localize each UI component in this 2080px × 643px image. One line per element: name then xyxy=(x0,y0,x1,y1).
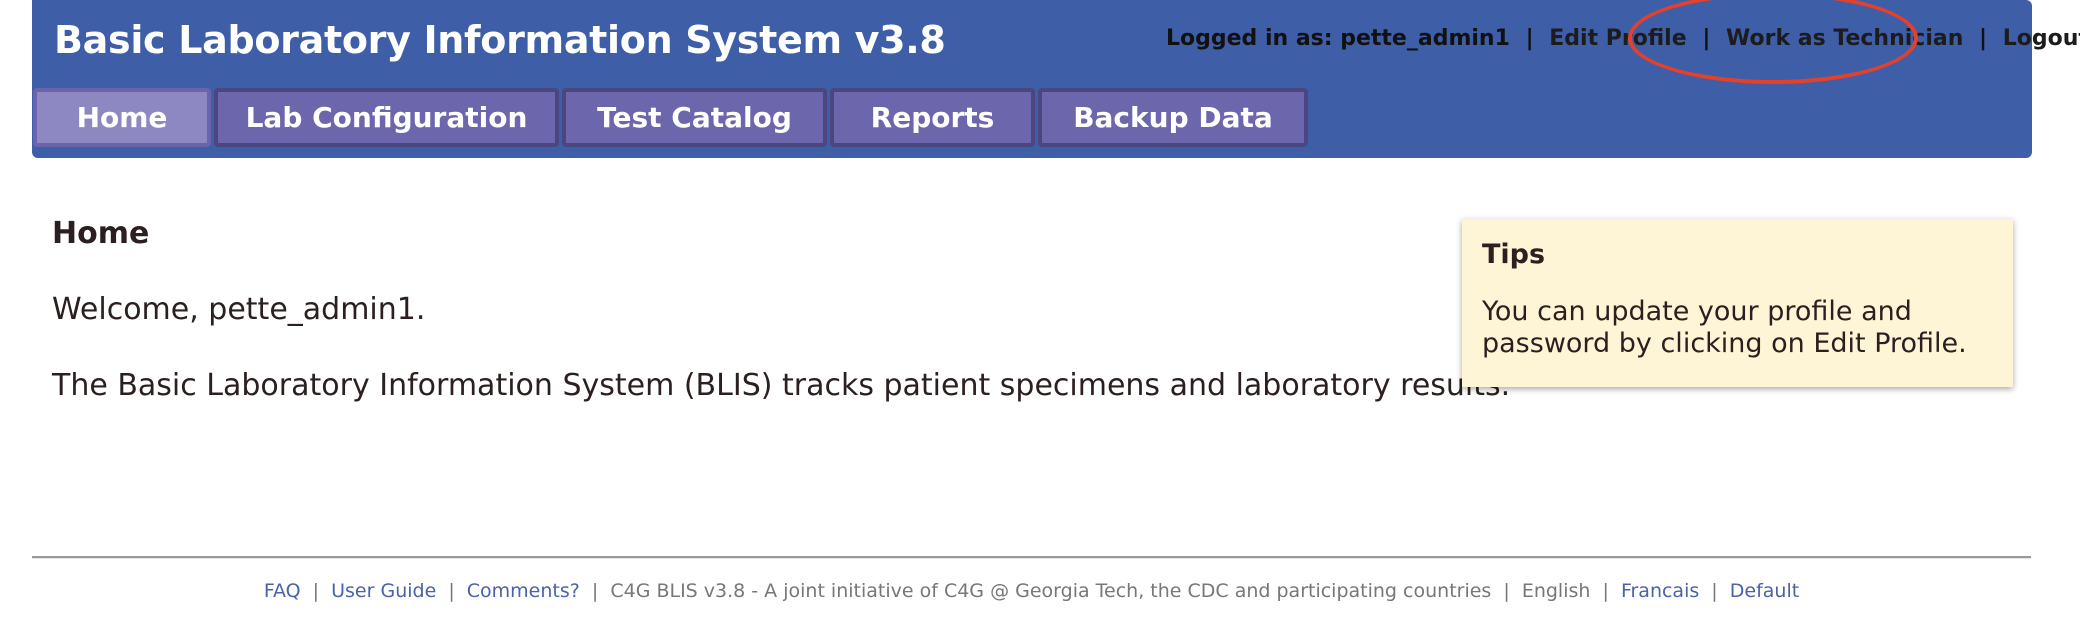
main-nav-tabs: Home Lab Configuration Test Catalog Repo… xyxy=(33,88,1308,147)
tips-box: Tips You can update your profile and pas… xyxy=(1462,219,2013,387)
edit-profile-link[interactable]: Edit Profile xyxy=(1549,26,1686,51)
tips-title: Tips xyxy=(1482,239,1546,270)
tab-reports[interactable]: Reports xyxy=(830,88,1035,147)
separator: | xyxy=(1602,580,1609,602)
language-francais-link[interactable]: Francais xyxy=(1621,580,1699,602)
language-english-current: English xyxy=(1521,580,1591,602)
work-as-technician-link[interactable]: Work as Technician xyxy=(1726,26,1963,51)
separator: | xyxy=(312,580,320,602)
comments-link[interactable]: Comments? xyxy=(467,580,580,602)
logged-in-label: Logged in as: xyxy=(1166,26,1333,51)
faq-link[interactable]: FAQ xyxy=(264,580,301,602)
separator: | xyxy=(1503,580,1510,602)
page-title: Home xyxy=(52,216,150,251)
separator: | xyxy=(1702,26,1711,51)
language-default-link[interactable]: Default xyxy=(1730,580,1799,602)
footer: FAQ | User Guide | Comments? | C4G BLIS … xyxy=(32,580,2031,602)
footer-credit: C4G BLIS v3.8 - A joint initiative of C4… xyxy=(610,580,1492,602)
app-header: Basic Laboratory Information System v3.8… xyxy=(32,0,2080,158)
app-title: Basic Laboratory Information System v3.8 xyxy=(54,18,946,62)
separator: | xyxy=(1979,26,1988,51)
system-description: The Basic Laboratory Information System … xyxy=(52,368,1511,403)
user-guide-link[interactable]: User Guide xyxy=(331,580,436,602)
tab-test-catalog[interactable]: Test Catalog xyxy=(562,88,827,147)
separator: | xyxy=(448,580,455,602)
user-bar: Logged in as: pette_admin1 | Edit Profil… xyxy=(1166,26,2080,51)
tab-lab-configuration[interactable]: Lab Configuration xyxy=(214,88,559,147)
welcome-message: Welcome, pette_admin1. xyxy=(52,292,426,327)
tips-body: You can update your profile and password… xyxy=(1482,296,1967,359)
tab-home[interactable]: Home xyxy=(33,88,211,147)
footer-divider xyxy=(32,556,2031,559)
tab-backup-data[interactable]: Backup Data xyxy=(1038,88,1308,147)
main-content: Home xyxy=(52,216,149,251)
separator: | xyxy=(1525,26,1534,51)
separator: | xyxy=(591,580,599,602)
separator: | xyxy=(1711,580,1718,602)
username: pette_admin1 xyxy=(1340,26,1510,51)
logout-link[interactable]: Logout xyxy=(2003,26,2080,51)
